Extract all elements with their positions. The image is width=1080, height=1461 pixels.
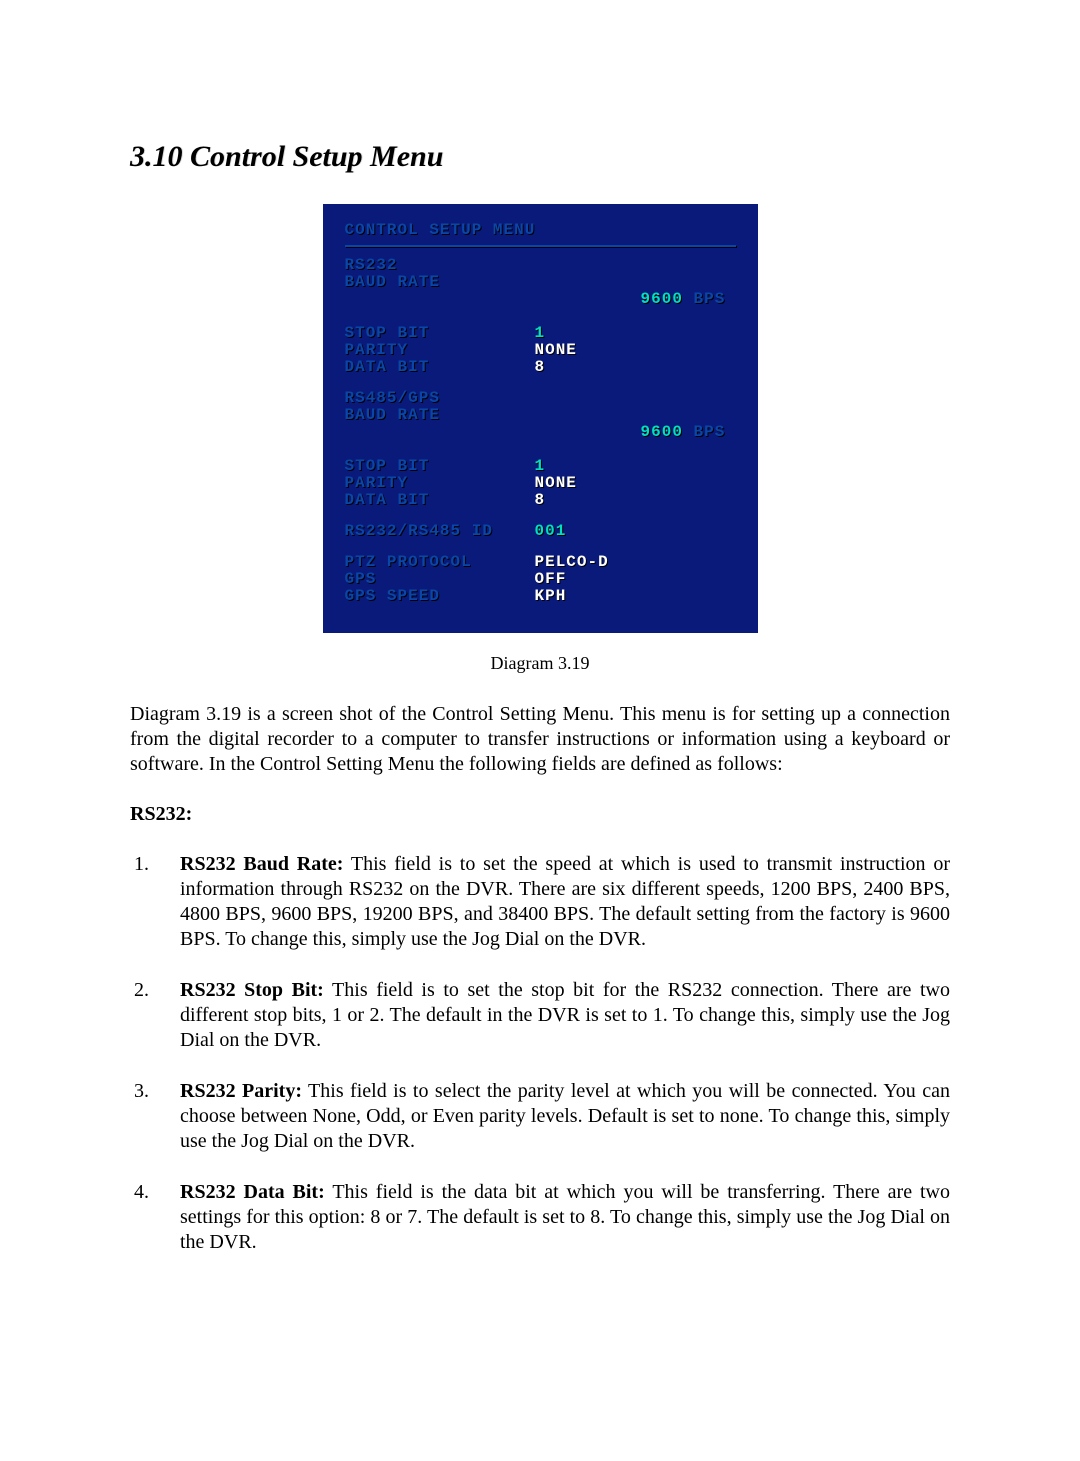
osd-label-gps: GPS	[345, 571, 535, 588]
osd-screenshot: CONTROL SETUP MENU RS232 BAUD RATE 9600 …	[323, 204, 758, 633]
osd-label-parity: PARITY	[345, 342, 535, 359]
subsection-heading: RS232:	[130, 803, 950, 826]
osd-title: CONTROL SETUP MENU	[345, 222, 736, 239]
field-name: RS232 Data Bit:	[180, 1181, 325, 1203]
osd-value-stopbit[interactable]: 1	[535, 458, 546, 475]
osd-label-stopbit: STOP BIT	[345, 458, 535, 475]
field-definition-list: RS232 Baud Rate: This field is to set th…	[130, 852, 950, 1255]
osd-label-ptz: PTZ PROTOCOL	[345, 554, 535, 571]
osd-unit-bps: BPS	[683, 290, 725, 308]
osd-value-gps[interactable]: OFF	[535, 571, 567, 588]
list-item: RS232 Stop Bit: This field is to set the…	[130, 978, 950, 1053]
osd-label-id: RS232/RS485 ID	[345, 523, 535, 540]
osd-value-id[interactable]: 001	[535, 523, 567, 540]
list-item: RS232 Parity: This field is to select th…	[130, 1079, 950, 1154]
osd-value-ptz[interactable]: PELCO-D	[535, 554, 609, 571]
osd-unit-bps: BPS	[683, 423, 725, 441]
osd-label-baud: BAUD RATE	[345, 407, 535, 458]
osd-value-baud[interactable]: 9600	[641, 290, 683, 308]
field-name: RS232 Parity:	[180, 1080, 302, 1102]
figure-caption: Diagram 3.19	[130, 653, 950, 674]
list-item: RS232 Data Bit: This field is the data b…	[130, 1180, 950, 1255]
osd-value-databit[interactable]: 8	[535, 492, 546, 509]
list-item: RS232 Baud Rate: This field is to set th…	[130, 852, 950, 952]
osd-divider	[345, 245, 736, 247]
section-heading: 3.10 Control Setup Menu	[130, 140, 950, 174]
intro-paragraph: Diagram 3.19 is a screen shot of the Con…	[130, 702, 950, 777]
osd-value-baud[interactable]: 9600	[641, 423, 683, 441]
osd-value-parity[interactable]: NONE	[535, 475, 577, 492]
osd-value-stopbit[interactable]: 1	[535, 325, 546, 342]
osd-label-stopbit: STOP BIT	[345, 325, 535, 342]
osd-label-parity: PARITY	[345, 475, 535, 492]
osd-group-header: RS485/GPS	[345, 390, 535, 407]
osd-group-header: RS232	[345, 257, 535, 274]
figure-container: CONTROL SETUP MENU RS232 BAUD RATE 9600 …	[130, 204, 950, 633]
osd-label-databit: DATA BIT	[345, 359, 535, 376]
document-page: 3.10 Control Setup Menu CONTROL SETUP ME…	[0, 0, 1080, 1461]
field-name: RS232 Stop Bit:	[180, 979, 324, 1001]
osd-label-gpsspeed: GPS SPEED	[345, 588, 535, 605]
osd-value-databit[interactable]: 8	[535, 359, 546, 376]
osd-value-parity[interactable]: NONE	[535, 342, 577, 359]
osd-label-databit: DATA BIT	[345, 492, 535, 509]
osd-label-baud: BAUD RATE	[345, 274, 535, 325]
field-name: RS232 Baud Rate:	[180, 853, 343, 875]
osd-value-gpsspeed[interactable]: KPH	[535, 588, 567, 605]
